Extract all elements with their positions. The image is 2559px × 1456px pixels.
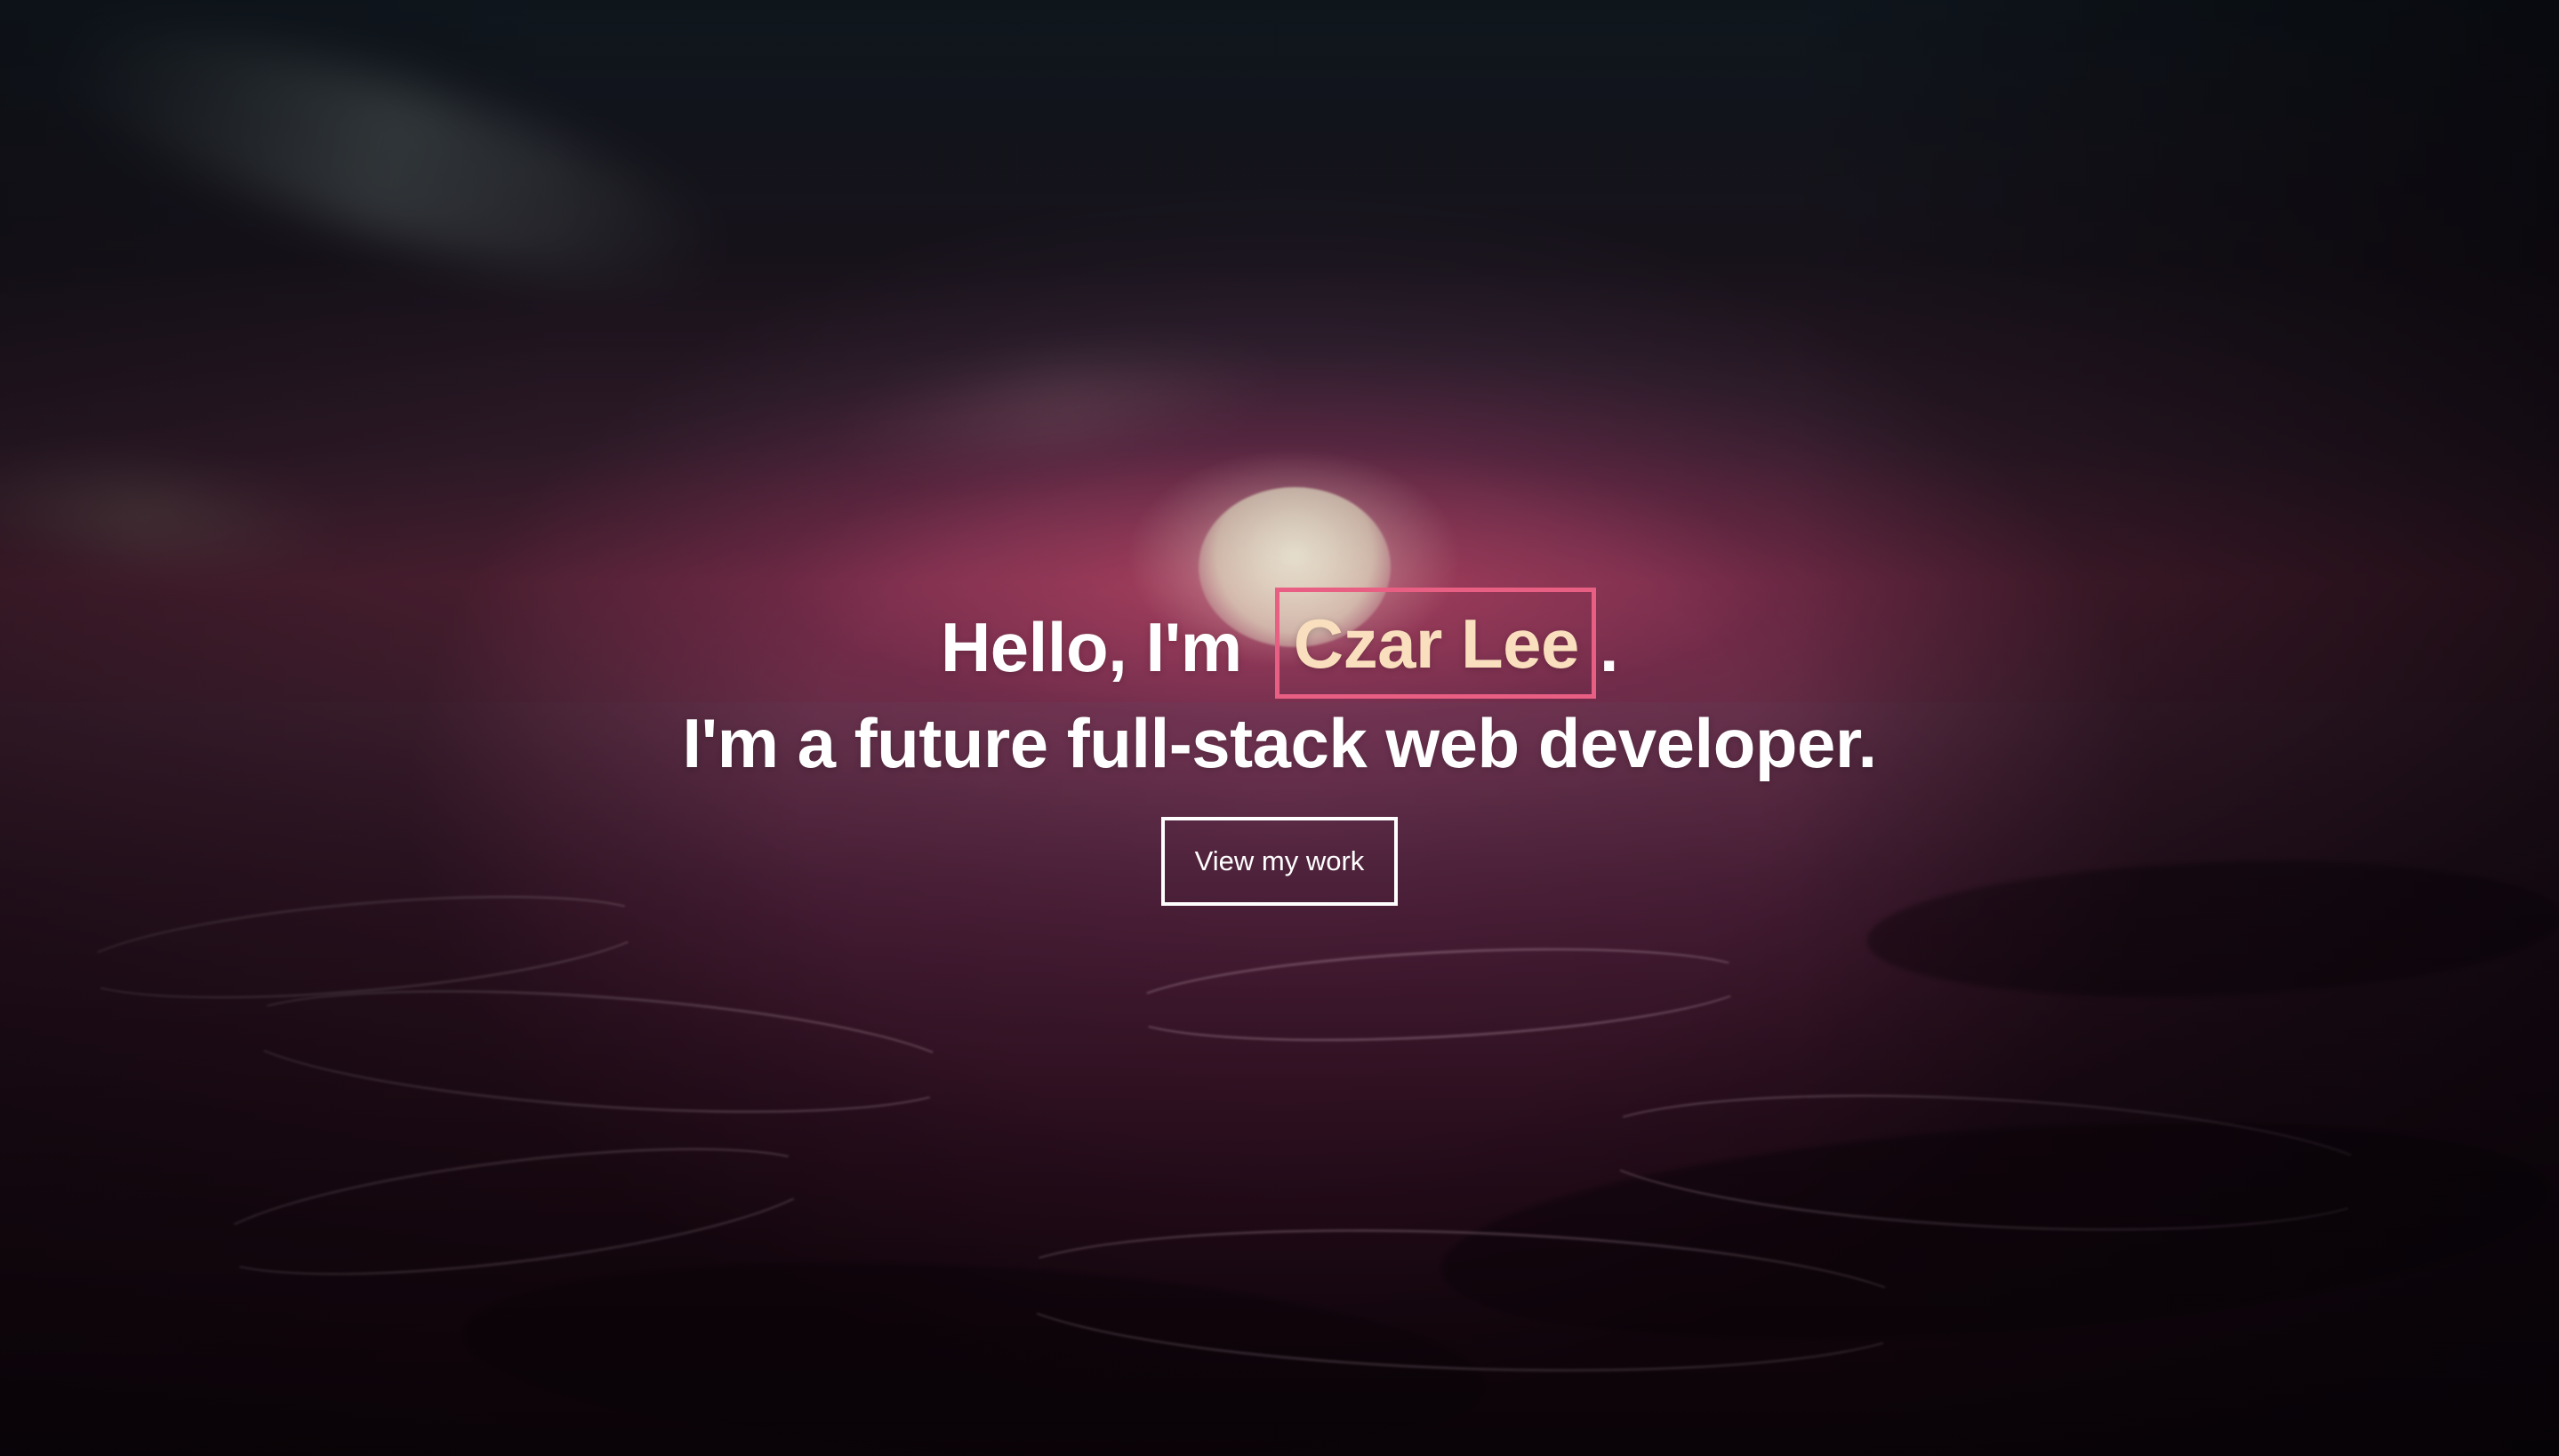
greeting-line: Hello, I'm Czar Lee. [0,588,2559,702]
water-reflection [200,1123,828,1300]
ocean-swell [458,1240,1489,1456]
cloud-layer-center [823,332,1293,476]
hero-headline: Hello, I'm Czar Lee. I'm a future full-s… [0,588,2559,786]
water-reflection [1118,934,1760,1055]
greeting-prefix: Hello, I'm [940,608,1242,686]
water-reflection [228,970,969,1133]
water-reflection [993,1214,1929,1387]
view-my-work-button[interactable]: View my work [1161,817,1398,906]
greeting-period: . [1599,608,1619,686]
tagline: I'm a future full-stack web developer. [682,704,1877,782]
cloud-layer-low-left [0,453,350,578]
water-reflection [1579,1076,2392,1249]
name-highlight: Czar Lee [1274,588,1596,699]
ocean-swell [1434,1090,2558,1372]
cloud-layer-left [28,0,745,332]
hero-content: Hello, I'm Czar Lee. I'm a future full-s… [0,588,2559,906]
hero-section: Hello, I'm Czar Lee. I'm a future full-s… [0,0,2559,1456]
